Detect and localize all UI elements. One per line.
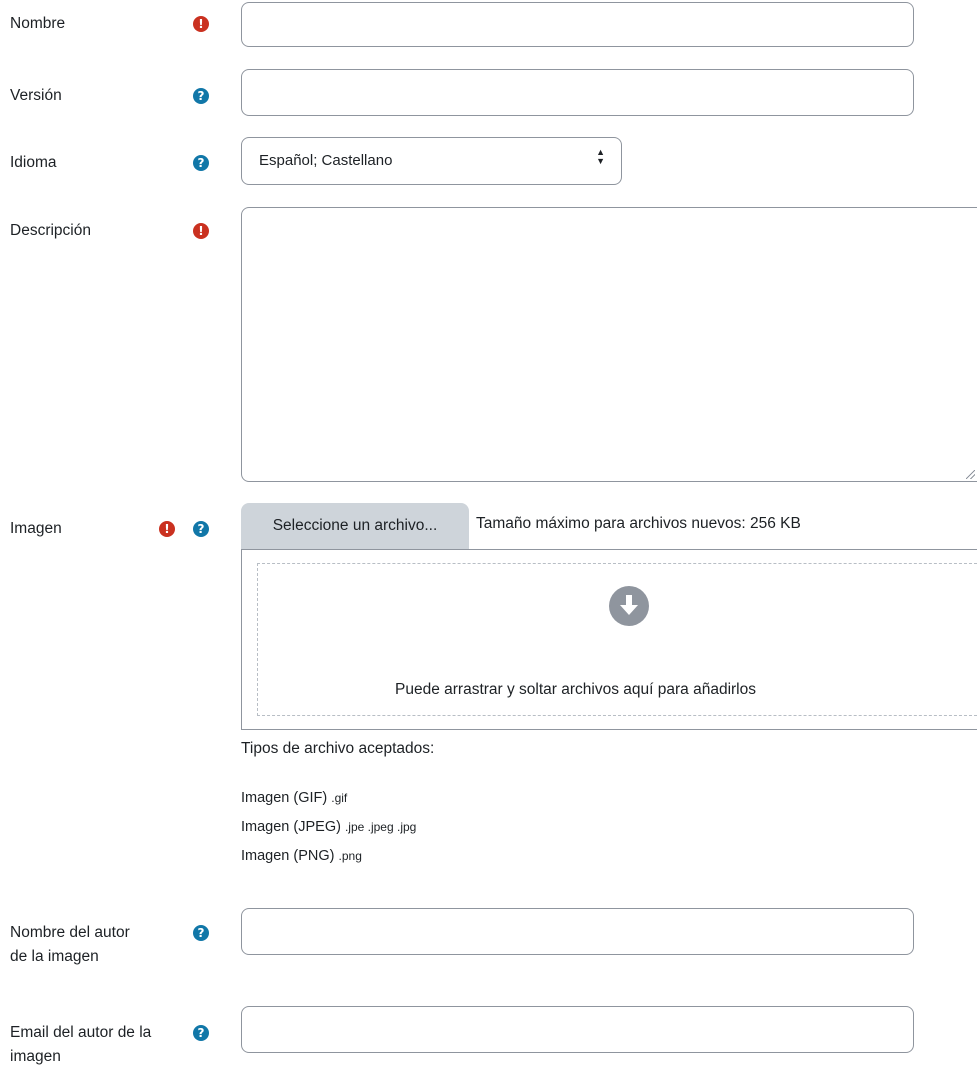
label-line: Email del autor de la [10,1024,152,1041]
version-input[interactable] [241,69,914,116]
required-icon[interactable]: ! [159,521,175,537]
label-descripcion: Descripción [10,222,91,239]
dropzone-dashed-area: Puede arrastrar y soltar archivos aquí p… [257,563,977,716]
file-dropzone[interactable]: Puede arrastrar y soltar archivos aquí p… [241,549,977,730]
label-autor-nombre: Nombre del autor de la imagen [10,921,130,969]
max-size-text: Tamaño máximo para archivos nuevos: 256 … [476,515,801,532]
help-icon[interactable]: ? [193,521,209,537]
label-imagen: Imagen [10,520,62,537]
idioma-selected-value: Español; Castellano [259,152,393,169]
label-version: Versión [10,87,62,104]
type-ext: .png [338,849,362,863]
idioma-select[interactable]: Español; Castellano ▲ ▼ [241,137,622,185]
type-ext: .jpe .jpeg .jpg [344,820,417,834]
dropzone-text: Puede arrastrar y soltar archivos aquí p… [395,681,756,698]
label-line: imagen [10,1048,61,1065]
accepted-type-item: Imagen (PNG) .png [241,847,362,865]
accepted-types-title: Tipos de archivo aceptados: [241,740,435,757]
help-icon[interactable]: ? [193,1025,209,1041]
select-arrows-icon: ▲ ▼ [596,147,605,166]
autor-nombre-input[interactable] [241,908,914,955]
label-nombre: Nombre [10,15,66,32]
label-autor-email: Email del autor de la imagen [10,1021,151,1069]
descripcion-textarea[interactable] [241,207,977,482]
help-icon[interactable]: ? [193,155,209,171]
type-name: Imagen (GIF) [241,790,328,806]
required-icon[interactable]: ! [193,223,209,239]
type-name: Imagen (PNG) [241,848,335,864]
accepted-type-item: Imagen (JPEG) .jpe .jpeg .jpg [241,818,416,836]
autor-email-input[interactable] [241,1006,914,1053]
label-line: de la imagen [10,948,99,965]
help-icon[interactable]: ? [193,88,209,104]
label-idioma: Idioma [10,154,57,171]
label-line: Nombre del autor [10,924,130,941]
type-name: Imagen (JPEG) [241,819,341,835]
resize-handle[interactable] [966,470,975,479]
required-icon[interactable]: ! [193,16,209,32]
accepted-type-item: Imagen (GIF) .gif [241,789,347,807]
help-icon[interactable]: ? [193,925,209,941]
arrow-circle-down-icon [609,586,649,626]
nombre-input[interactable] [241,2,914,47]
choose-file-button[interactable]: Seleccione un archivo... [241,503,469,549]
type-ext: .gif [331,791,348,805]
